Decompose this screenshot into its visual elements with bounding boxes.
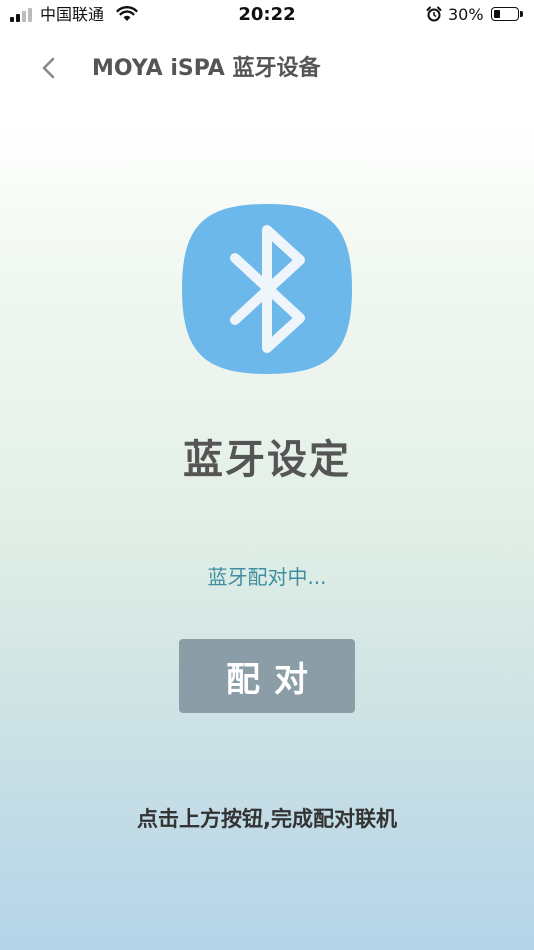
- battery-percent: 30%: [448, 5, 484, 24]
- instruction-text: 点击上方按钮,完成配对联机: [137, 807, 397, 831]
- bluetooth-icon: [182, 204, 352, 374]
- battery-icon: [491, 7, 523, 21]
- nav-bar: MOYA iSPA 蓝牙设备: [0, 40, 534, 96]
- section-heading: 蓝牙设定: [183, 437, 351, 483]
- page-title: MOYA iSPA 蓝牙设备: [92, 56, 321, 81]
- pair-button[interactable]: 配对: [179, 639, 355, 713]
- chevron-left-icon: [42, 57, 55, 79]
- back-button[interactable]: [32, 50, 68, 86]
- pairing-status: 蓝牙配对中...: [207, 565, 327, 589]
- status-bar: 中国联通 20:22 30%: [0, 0, 534, 30]
- alarm-icon: [426, 6, 442, 22]
